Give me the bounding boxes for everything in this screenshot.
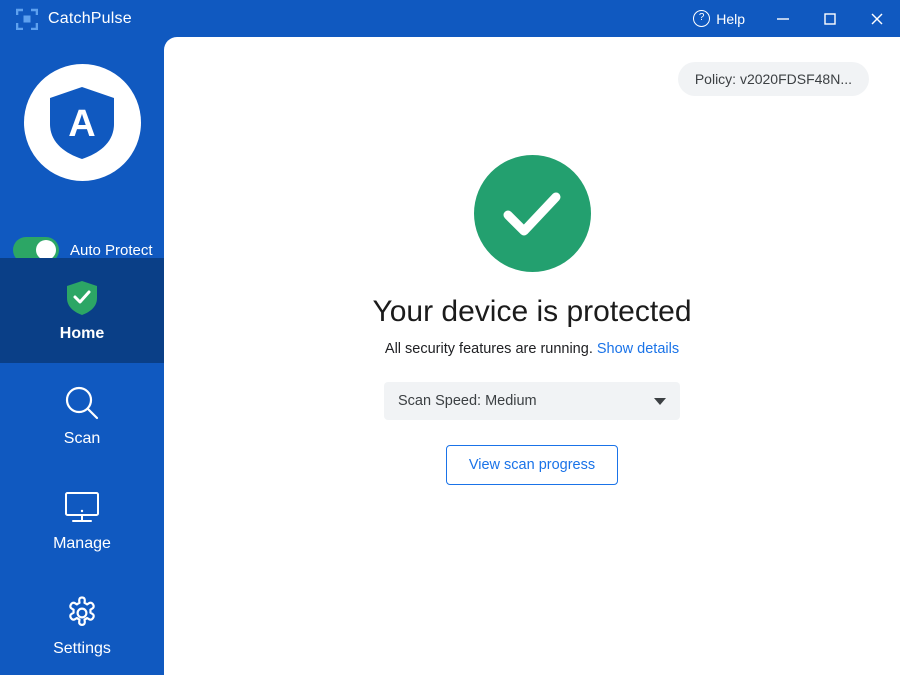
shield-check-icon xyxy=(65,278,99,318)
status-panel: Your device is protected All security fe… xyxy=(164,155,900,485)
magnifier-icon xyxy=(63,383,101,423)
close-button[interactable] xyxy=(853,0,900,37)
sidebar-item-label: Settings xyxy=(53,640,111,658)
maximize-icon xyxy=(822,11,838,27)
scan-speed-select[interactable]: Scan Speed: Medium xyxy=(384,382,680,420)
sidebar-item-label: Scan xyxy=(64,430,100,448)
show-details-link[interactable]: Show details xyxy=(597,341,679,357)
sidebar-item-settings[interactable]: Settings xyxy=(0,573,164,675)
chevron-down-icon xyxy=(654,398,666,405)
question-circle-icon: ? xyxy=(693,10,710,27)
sidebar-nav: Home Scan xyxy=(0,258,164,675)
help-label: Help xyxy=(716,11,745,27)
focus-frame-icon xyxy=(16,8,38,30)
status-subtitle: All security features are running. xyxy=(385,341,593,357)
shield-a-icon: A xyxy=(24,64,141,181)
sidebar-item-manage[interactable]: Manage xyxy=(0,468,164,573)
sidebar-item-label: Home xyxy=(60,325,104,343)
policy-badge[interactable]: Policy: v2020FDSF48N... xyxy=(678,62,869,96)
scan-speed-value: Scan Speed: Medium xyxy=(398,393,654,409)
minimize-icon xyxy=(775,11,791,27)
toggle-knob xyxy=(36,240,56,260)
app-brand: CatchPulse xyxy=(16,8,132,30)
svg-text:A: A xyxy=(68,103,95,145)
title-bar: CatchPulse ? Help xyxy=(0,0,900,37)
sidebar-logo: A xyxy=(0,64,164,181)
sidebar-item-scan[interactable]: Scan xyxy=(0,363,164,468)
sidebar: A Auto Protect Home xyxy=(0,37,164,675)
view-scan-progress-button[interactable]: View scan progress xyxy=(446,445,618,485)
app-window: CatchPulse ? Help xyxy=(0,0,900,675)
monitor-icon xyxy=(62,488,102,528)
sidebar-item-home[interactable]: Home xyxy=(0,258,164,363)
help-button[interactable]: ? Help xyxy=(679,0,759,37)
check-circle-icon xyxy=(474,155,591,272)
minimize-button[interactable] xyxy=(759,0,806,37)
main-content: Policy: v2020FDSF48N... Your device is p… xyxy=(164,37,900,675)
window-controls: ? Help xyxy=(679,0,900,37)
auto-protect-label: Auto Protect xyxy=(70,242,153,259)
app-title: CatchPulse xyxy=(48,10,132,28)
status-title: Your device is protected xyxy=(372,295,691,329)
sidebar-item-label: Manage xyxy=(53,535,111,553)
gear-icon xyxy=(63,593,101,633)
maximize-button[interactable] xyxy=(806,0,853,37)
close-icon xyxy=(869,11,885,27)
status-subtitle-row: All security features are running. Show … xyxy=(385,341,679,357)
